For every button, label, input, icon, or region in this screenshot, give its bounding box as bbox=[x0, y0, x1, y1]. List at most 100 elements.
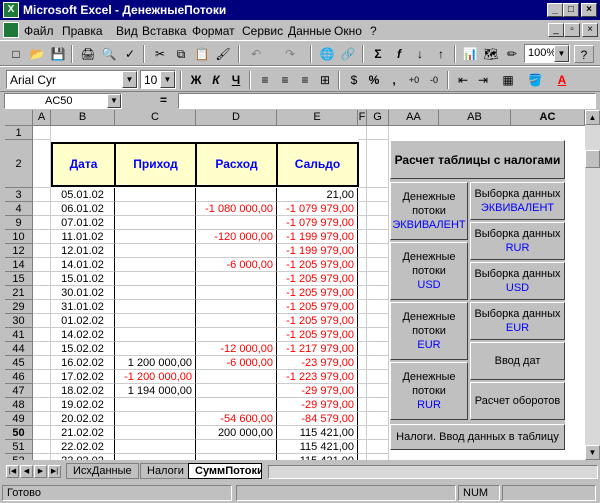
cell-d[interactable]: 200 000,00 bbox=[196, 426, 277, 440]
open-icon[interactable]: 📂 bbox=[27, 45, 47, 63]
select-all-corner[interactable] bbox=[5, 110, 33, 126]
cell-e[interactable]: -1 079 979,00 bbox=[277, 216, 358, 230]
align-left-icon[interactable]: ≡ bbox=[255, 71, 275, 89]
empty-cell[interactable] bbox=[367, 216, 389, 230]
row-header[interactable]: 44 bbox=[5, 342, 33, 356]
empty-cell[interactable] bbox=[33, 126, 51, 140]
empty-cell[interactable] bbox=[33, 440, 51, 454]
cell-c[interactable] bbox=[115, 300, 196, 314]
empty-cell[interactable] bbox=[367, 202, 389, 216]
help-icon[interactable]: ? bbox=[574, 45, 594, 63]
empty-cell[interactable] bbox=[367, 140, 389, 188]
row-header[interactable]: 41 bbox=[5, 328, 33, 342]
empty-cell[interactable] bbox=[358, 300, 367, 314]
empty-cell[interactable] bbox=[367, 300, 389, 314]
sort-asc-icon[interactable]: ↓ bbox=[410, 45, 430, 63]
formula-equals[interactable]: = bbox=[160, 93, 167, 107]
zoom-combo[interactable]: 100% ▼ bbox=[524, 44, 570, 63]
cell-b[interactable]: 11.01.02 bbox=[51, 230, 115, 244]
cell-e[interactable]: -29 979,00 bbox=[277, 398, 358, 412]
empty-cell[interactable] bbox=[33, 286, 51, 300]
flows-usd-button[interactable]: Денежные потоки USD bbox=[390, 242, 468, 300]
chart-wizard-icon[interactable]: 📊 bbox=[460, 45, 480, 63]
cell-b[interactable]: 30.01.02 bbox=[51, 286, 115, 300]
cell-b[interactable]: 01.02.02 bbox=[51, 314, 115, 328]
cell-d[interactable]: -54 600,00 bbox=[196, 412, 277, 426]
empty-cell[interactable] bbox=[33, 244, 51, 258]
cell-d[interactable] bbox=[196, 244, 277, 258]
cell-e[interactable]: -1 217 979,00 bbox=[277, 342, 358, 356]
col-header[interactable]: G bbox=[367, 110, 389, 126]
cell-d[interactable] bbox=[196, 272, 277, 286]
cell-c[interactable] bbox=[115, 202, 196, 216]
cell-b[interactable]: 07.01.02 bbox=[51, 216, 115, 230]
cell-b[interactable]: 12.01.02 bbox=[51, 244, 115, 258]
name-box-dropdown[interactable]: ▼ bbox=[107, 94, 121, 108]
empty-cell[interactable] bbox=[367, 426, 389, 440]
col-header[interactable]: C bbox=[115, 110, 196, 126]
cell-d[interactable]: -120 000,00 bbox=[196, 230, 277, 244]
formula-input[interactable] bbox=[178, 93, 596, 109]
doc-close-button[interactable]: × bbox=[582, 23, 598, 37]
cell-c[interactable] bbox=[115, 454, 196, 460]
empty-cell[interactable] bbox=[358, 454, 367, 460]
empty-cell[interactable] bbox=[367, 384, 389, 398]
sheet-tab[interactable]: Налоги bbox=[140, 463, 191, 479]
print-icon[interactable]: 🖨 bbox=[78, 45, 98, 63]
cell-d[interactable] bbox=[196, 300, 277, 314]
cell-c[interactable] bbox=[115, 244, 196, 258]
empty-cell[interactable] bbox=[33, 398, 51, 412]
empty-cell[interactable] bbox=[358, 272, 367, 286]
cell-d[interactable] bbox=[196, 286, 277, 300]
copy-icon[interactable]: ⧉ bbox=[171, 45, 191, 63]
col-header[interactable]: AC bbox=[511, 110, 585, 126]
align-center-icon[interactable]: ≡ bbox=[275, 71, 295, 89]
function-icon[interactable]: f bbox=[389, 45, 409, 63]
row-header[interactable]: 4 bbox=[5, 202, 33, 216]
cell-e[interactable]: -1 205 979,00 bbox=[277, 314, 358, 328]
col-header[interactable]: B bbox=[51, 110, 115, 126]
empty-cell[interactable] bbox=[358, 440, 367, 454]
empty-cell[interactable] bbox=[367, 286, 389, 300]
cell-d[interactable]: -12 000,00 bbox=[196, 342, 277, 356]
cell-e[interactable]: -1 205 979,00 bbox=[277, 328, 358, 342]
row-header[interactable]: 29 bbox=[5, 300, 33, 314]
empty-cell[interactable] bbox=[358, 398, 367, 412]
first-sheet-arrow[interactable]: |◀ bbox=[6, 465, 19, 478]
doc-minimize-button[interactable]: _ bbox=[548, 23, 564, 37]
cell-d[interactable] bbox=[196, 216, 277, 230]
menu-help[interactable]: ? bbox=[370, 24, 377, 38]
row-header[interactable]: 9 bbox=[5, 216, 33, 230]
row-header[interactable]: 50 bbox=[5, 426, 33, 440]
cell-c[interactable] bbox=[115, 230, 196, 244]
empty-cell[interactable] bbox=[367, 398, 389, 412]
cell-d[interactable] bbox=[196, 398, 277, 412]
empty-cell[interactable] bbox=[33, 216, 51, 230]
col-header[interactable]: A bbox=[33, 110, 51, 126]
cell-d[interactable] bbox=[196, 188, 277, 202]
menu-insert[interactable]: Вставка bbox=[142, 24, 187, 38]
empty-cell[interactable] bbox=[33, 188, 51, 202]
currency-icon[interactable]: $ bbox=[344, 71, 364, 89]
cell-c[interactable]: 1 194 000,00 bbox=[115, 384, 196, 398]
row-header[interactable]: 14 bbox=[5, 258, 33, 272]
cell-d[interactable] bbox=[196, 328, 277, 342]
scroll-down-arrow[interactable]: ▼ bbox=[585, 445, 600, 460]
menu-view[interactable]: Вид bbox=[116, 24, 138, 38]
sheet-tab-active[interactable]: СуммПотоки bbox=[188, 463, 262, 479]
empty-cell[interactable] bbox=[358, 314, 367, 328]
col-header[interactable]: D bbox=[196, 110, 277, 126]
bold-button[interactable]: Ж bbox=[186, 71, 206, 89]
empty-cell[interactable] bbox=[358, 126, 367, 140]
cell-b[interactable]: 31.01.02 bbox=[51, 300, 115, 314]
empty-cell[interactable] bbox=[358, 230, 367, 244]
cell-b[interactable]: 15.01.02 bbox=[51, 272, 115, 286]
col-header[interactable]: AA bbox=[389, 110, 439, 126]
cell-d[interactable] bbox=[196, 384, 277, 398]
cell-d[interactable]: -6 000,00 bbox=[196, 356, 277, 370]
empty-cell[interactable] bbox=[358, 188, 367, 202]
cell-c[interactable] bbox=[115, 342, 196, 356]
empty-cell[interactable] bbox=[367, 440, 389, 454]
font-size-combo[interactable]: 10 ▼ bbox=[140, 70, 176, 89]
cell-e[interactable]: -1 205 979,00 bbox=[277, 300, 358, 314]
